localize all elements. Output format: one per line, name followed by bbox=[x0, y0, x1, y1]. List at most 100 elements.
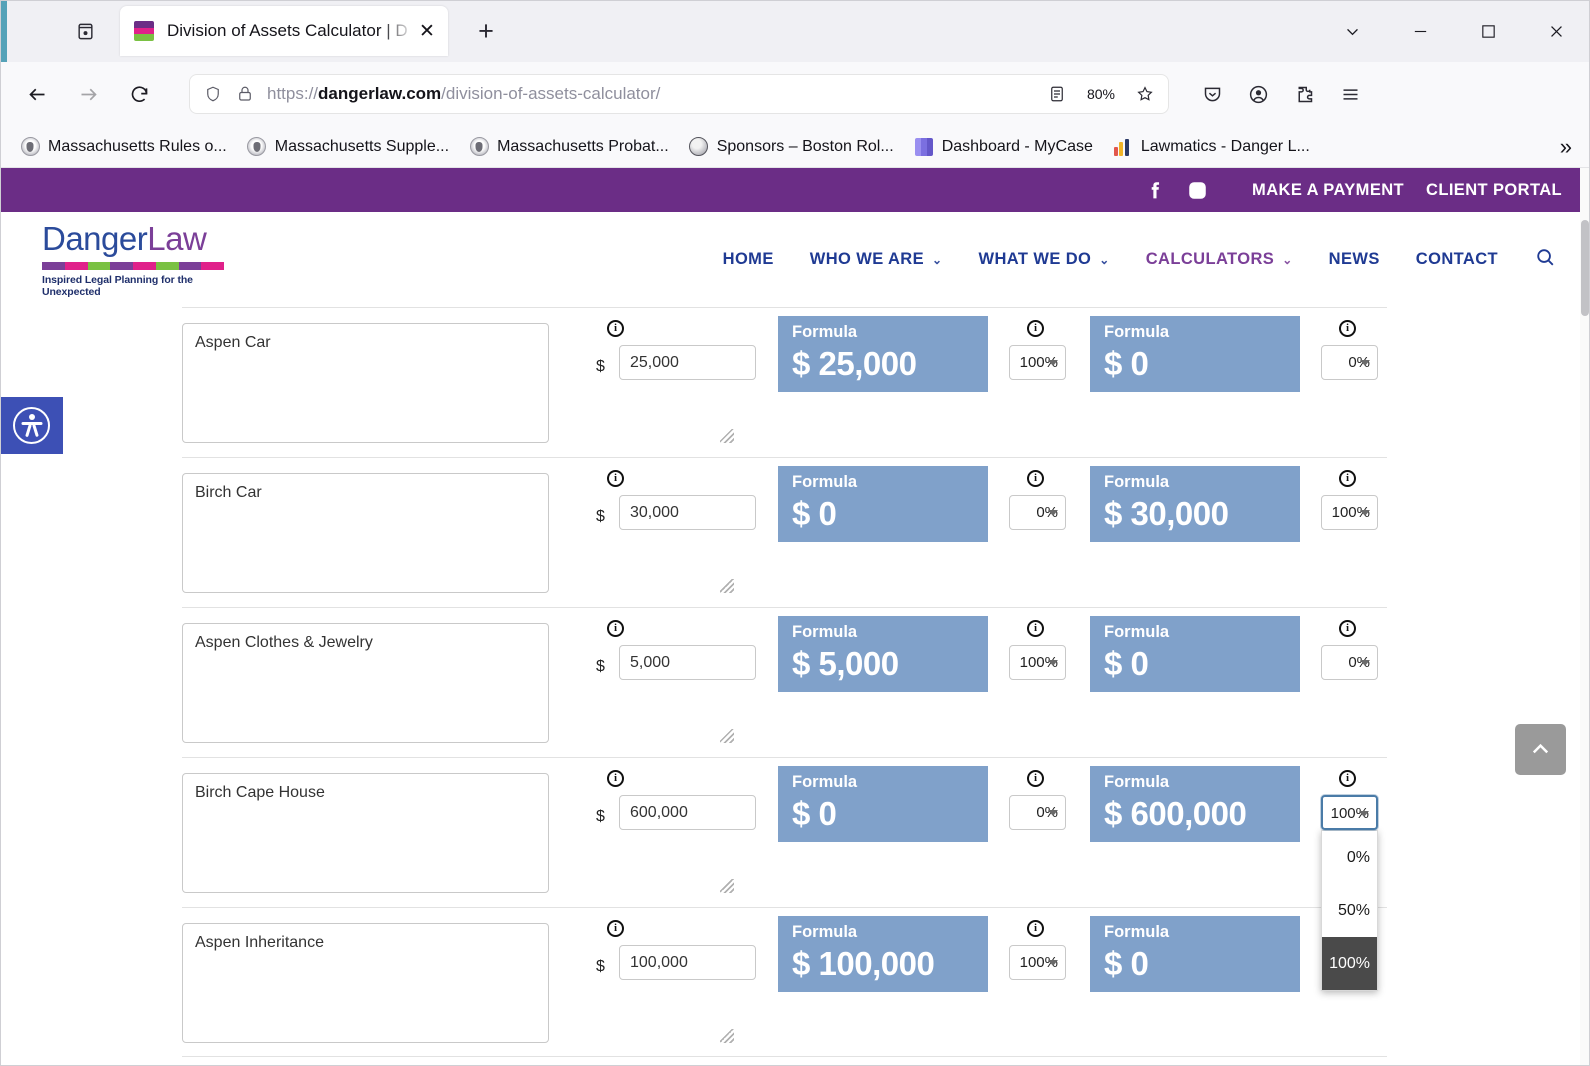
info-icon-right-pct[interactable]: i bbox=[1339, 320, 1356, 337]
site-search-button[interactable] bbox=[1534, 246, 1556, 273]
bookmark-star-button[interactable] bbox=[1129, 85, 1161, 103]
info-icon-amount[interactable]: i bbox=[607, 620, 624, 637]
right-share-formula: Formula $ 0 bbox=[1090, 616, 1300, 692]
asset-name-input[interactable] bbox=[182, 623, 549, 743]
nav-label: CONTACT bbox=[1415, 250, 1498, 268]
right-percent-select[interactable]: 100% bbox=[1321, 495, 1378, 530]
new-tab-button[interactable]: + bbox=[466, 11, 506, 51]
dropdown-option-100[interactable]: 100% bbox=[1322, 937, 1377, 990]
right-percent-select[interactable]: 100% bbox=[1321, 795, 1378, 830]
accessibility-widget-button[interactable] bbox=[0, 397, 63, 454]
bookmark-item[interactable]: Lawmatics - Danger L... bbox=[1103, 131, 1320, 163]
accessibility-icon bbox=[13, 407, 50, 444]
forward-button[interactable] bbox=[67, 73, 109, 115]
chevron-down-icon bbox=[1346, 28, 1358, 35]
currency-symbol: $ bbox=[596, 358, 605, 375]
lock-icon bbox=[239, 86, 251, 101]
left-percent-select[interactable]: 0% bbox=[1009, 795, 1066, 830]
tracking-protection-shield-icon[interactable] bbox=[197, 85, 229, 103]
info-icon-left-pct[interactable]: i bbox=[1027, 770, 1044, 787]
account-button[interactable] bbox=[1237, 73, 1279, 115]
info-icon-left-pct[interactable]: i bbox=[1027, 470, 1044, 487]
minimize-button[interactable] bbox=[1386, 0, 1454, 62]
make-a-payment-link[interactable]: MAKE A PAYMENT bbox=[1252, 181, 1404, 200]
page-scrollbar[interactable] bbox=[1580, 168, 1590, 1066]
reader-view-button[interactable] bbox=[1041, 85, 1073, 103]
site-logo[interactable]: DangerLaw Inspired Legal Planning for th… bbox=[42, 222, 224, 298]
zoom-level-badge[interactable]: 80% bbox=[1078, 82, 1123, 106]
left-share-formula: Formula $ 0 bbox=[778, 766, 988, 842]
pocket-save-button[interactable] bbox=[1191, 73, 1233, 115]
asset-row: i $ Formula $ 5,000 i 100% Formula $ 0 bbox=[182, 607, 1387, 757]
info-icon-left-pct[interactable]: i bbox=[1027, 920, 1044, 937]
left-percent-select[interactable]: 100% bbox=[1009, 645, 1066, 680]
right-share-formula: Formula $ 30,000 bbox=[1090, 466, 1300, 542]
close-window-button[interactable] bbox=[1522, 0, 1590, 62]
tab-overflow-chevron-button[interactable] bbox=[1318, 0, 1386, 62]
browser-tab-active[interactable]: Division of Assets Calculator | D ✕ bbox=[120, 6, 448, 56]
connection-lock-icon[interactable] bbox=[229, 85, 261, 103]
facebook-icon[interactable] bbox=[1144, 180, 1165, 201]
app-menu-button[interactable] bbox=[1329, 73, 1371, 115]
right-share-formula: Formula $ 0 bbox=[1090, 316, 1300, 392]
info-icon-amount[interactable]: i bbox=[607, 920, 624, 937]
client-portal-link[interactable]: CLIENT PORTAL bbox=[1426, 181, 1562, 200]
close-tab-icon[interactable]: ✕ bbox=[416, 22, 438, 41]
nav-item-news[interactable]: NEWS bbox=[1329, 250, 1380, 269]
bookmark-item[interactable]: Dashboard - MyCase bbox=[904, 131, 1103, 163]
dropdown-option-0[interactable]: 0% bbox=[1322, 831, 1377, 884]
back-button[interactable] bbox=[16, 73, 58, 115]
bookmark-item[interactable]: Massachusetts Probat... bbox=[459, 131, 679, 163]
formula-label: Formula bbox=[1104, 473, 1170, 491]
globe-icon bbox=[689, 137, 709, 157]
bookmarks-overflow-button[interactable]: » bbox=[1560, 134, 1580, 160]
list-all-tabs-button[interactable] bbox=[62, 11, 108, 51]
currency-symbol: $ bbox=[596, 508, 605, 525]
info-icon-right-pct[interactable]: i bbox=[1339, 470, 1356, 487]
info-icon-left-pct[interactable]: i bbox=[1027, 620, 1044, 637]
asset-name-input[interactable] bbox=[182, 323, 549, 443]
info-icon-right-pct[interactable]: i bbox=[1339, 620, 1356, 637]
asset-amount-input[interactable] bbox=[619, 945, 756, 980]
info-icon-amount[interactable]: i bbox=[607, 470, 624, 487]
left-percent-select[interactable]: 0% bbox=[1009, 495, 1066, 530]
info-icon-right-pct[interactable]: i bbox=[1339, 770, 1356, 787]
info-icon-amount[interactable]: i bbox=[607, 770, 624, 787]
address-bar[interactable]: https://dangerlaw.com/division-of-assets… bbox=[189, 74, 1169, 114]
right-percent-select[interactable]: 0% bbox=[1321, 645, 1378, 680]
bookmark-item[interactable]: Massachusetts Rules o... bbox=[10, 131, 237, 163]
reload-button[interactable] bbox=[118, 73, 160, 115]
nav-item-calculators[interactable]: CALCULATORS ⌄ bbox=[1146, 250, 1293, 269]
asset-amount-input[interactable] bbox=[619, 495, 756, 530]
info-icon-left-pct[interactable]: i bbox=[1027, 320, 1044, 337]
asset-amount-input[interactable] bbox=[619, 645, 756, 680]
nav-item-what-we-do[interactable]: WHAT WE DO ⌄ bbox=[979, 250, 1110, 269]
bookmark-item[interactable]: Sponsors – Boston Rol... bbox=[679, 131, 904, 163]
asset-amount-input[interactable] bbox=[619, 795, 756, 830]
nav-item-home[interactable]: HOME bbox=[723, 250, 774, 269]
bars-icon bbox=[1113, 137, 1133, 157]
extensions-button[interactable] bbox=[1283, 73, 1325, 115]
dropdown-option-50[interactable]: 50% bbox=[1322, 884, 1377, 937]
maximize-button[interactable] bbox=[1454, 0, 1522, 62]
asset-name-input[interactable] bbox=[182, 923, 549, 1043]
arrow-left-icon bbox=[28, 88, 44, 100]
asset-amount-input[interactable] bbox=[619, 345, 756, 380]
percent-dropdown-menu[interactable]: 0% 50% 100% bbox=[1321, 830, 1378, 991]
nav-item-contact[interactable]: CONTACT bbox=[1416, 250, 1498, 269]
asset-name-input[interactable] bbox=[182, 773, 549, 893]
bookmark-label: Massachusetts Probat... bbox=[497, 137, 669, 155]
bookmark-item[interactable]: Massachusetts Supple... bbox=[237, 131, 459, 163]
info-icon-amount[interactable]: i bbox=[607, 320, 624, 337]
site-main-navigation: HOME WHO WE ARE ⌄ WHAT WE DO ⌄ CALCULATO… bbox=[687, 246, 1556, 273]
right-percent-select[interactable]: 0% bbox=[1321, 345, 1378, 380]
instagram-icon[interactable] bbox=[1187, 180, 1208, 201]
scrollbar-thumb[interactable] bbox=[1581, 220, 1589, 316]
site-header: DangerLaw Inspired Legal Planning for th… bbox=[0, 212, 1590, 307]
left-percent-select[interactable]: 100% bbox=[1009, 945, 1066, 980]
seal-icon bbox=[20, 137, 40, 157]
nav-item-who-we-are[interactable]: WHO WE ARE ⌄ bbox=[810, 250, 943, 269]
left-percent-select[interactable]: 100% bbox=[1009, 345, 1066, 380]
scroll-to-top-button[interactable] bbox=[1515, 724, 1566, 775]
asset-name-input[interactable] bbox=[182, 473, 549, 593]
